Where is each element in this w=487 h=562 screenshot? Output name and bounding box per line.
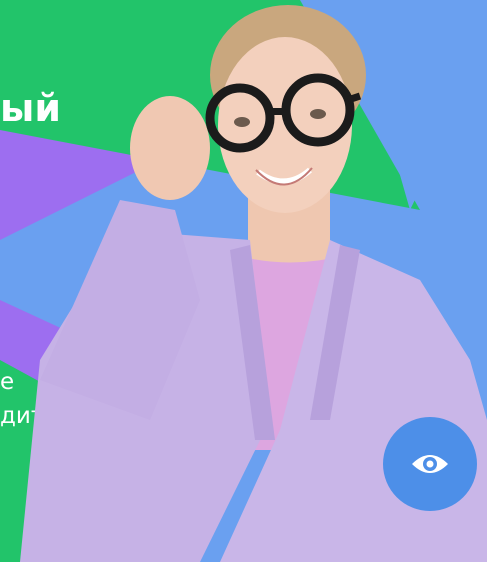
hero-banner: ый е дитель. — [0, 0, 487, 562]
accessibility-view-button[interactable] — [383, 417, 477, 511]
eye-icon — [412, 455, 448, 473]
